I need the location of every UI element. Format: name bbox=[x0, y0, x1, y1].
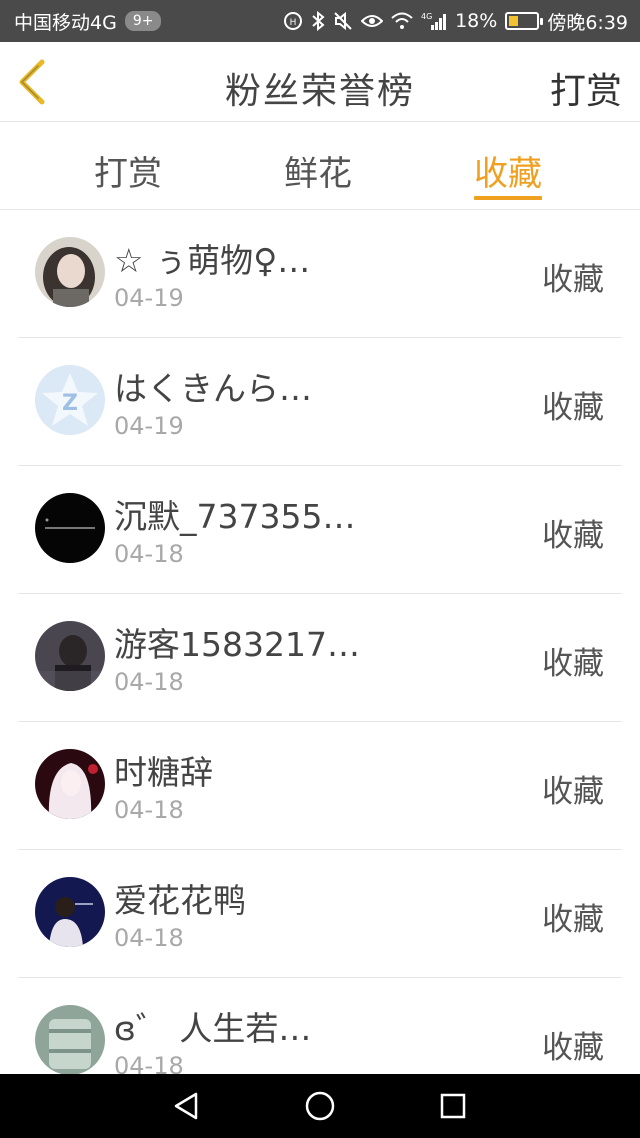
avatar bbox=[35, 1005, 105, 1074]
screen: 中国移动4G 9+ H 4G 18% 傍晚6:39 粉丝荣誉榜 打赏 打赏 鲜花… bbox=[0, 0, 640, 1138]
tab-label: 打赏 bbox=[94, 154, 162, 194]
battery-percent: 18% bbox=[455, 10, 498, 32]
tab-bar: 打赏 鲜花 收藏 bbox=[0, 122, 640, 210]
avatar: Z bbox=[35, 365, 105, 435]
tab-favorites[interactable]: 收藏 bbox=[474, 146, 542, 202]
eye-icon bbox=[361, 13, 384, 29]
action-label: 收藏 bbox=[542, 646, 604, 682]
title-bar: 粉丝荣誉榜 打赏 bbox=[0, 42, 640, 122]
network-type-label: 4G bbox=[421, 12, 432, 21]
signal-icon: 4G bbox=[421, 11, 447, 31]
action-label: 收藏 bbox=[542, 262, 604, 298]
recents-square-icon bbox=[441, 1093, 466, 1119]
avatar bbox=[35, 877, 105, 947]
home-circle-icon bbox=[305, 1091, 335, 1121]
action-label: 收藏 bbox=[542, 518, 604, 554]
tab-flowers[interactable]: 鲜花 bbox=[284, 146, 352, 202]
avatar bbox=[35, 237, 105, 307]
notifications-badge: 9+ bbox=[124, 11, 162, 31]
date-label: 04-18 bbox=[114, 924, 184, 952]
user-name: 游客1583217… bbox=[114, 625, 360, 664]
list-item[interactable]: Z はくきんら… 04-19 收藏 bbox=[18, 338, 622, 466]
user-name: ☆ ぅ萌物♀… bbox=[114, 241, 311, 280]
tab-reward[interactable]: 打赏 bbox=[94, 146, 162, 202]
clock: 傍晚6:39 bbox=[547, 11, 628, 34]
user-name: 爱花花鸭 bbox=[114, 881, 246, 920]
list-item[interactable]: 爱花花鸭 04-18 收藏 bbox=[18, 850, 622, 978]
date-label: 04-18 bbox=[114, 1052, 184, 1074]
mute-icon bbox=[333, 11, 353, 31]
action-label: 收藏 bbox=[542, 390, 604, 426]
list-item[interactable]: 游客1583217… 04-18 收藏 bbox=[18, 594, 622, 722]
status-bar: 中国移动4G 9+ H 4G 18% 傍晚6:39 bbox=[0, 0, 640, 42]
hd-icon: H bbox=[283, 11, 303, 31]
avatar bbox=[35, 749, 105, 819]
list-item[interactable]: 沉默_737355… 04-18 收藏 bbox=[18, 466, 622, 594]
nav-recents-button[interactable] bbox=[433, 1086, 473, 1126]
avatar bbox=[35, 493, 105, 563]
action-label: 收藏 bbox=[542, 774, 604, 810]
user-name: 时糖辞 bbox=[114, 753, 213, 792]
nav-home-button[interactable] bbox=[300, 1086, 340, 1126]
svg-text:H: H bbox=[290, 18, 297, 28]
date-label: 04-19 bbox=[114, 284, 184, 312]
nav-back-button[interactable] bbox=[167, 1086, 207, 1126]
date-label: 04-18 bbox=[114, 668, 184, 696]
svg-text:Z: Z bbox=[62, 391, 78, 416]
wifi-icon bbox=[391, 12, 413, 30]
date-label: 04-19 bbox=[114, 412, 184, 440]
user-name: 沉默_737355… bbox=[114, 497, 356, 536]
user-name: はくきんら… bbox=[114, 369, 312, 408]
avatar bbox=[35, 621, 105, 691]
date-label: 04-18 bbox=[114, 796, 184, 824]
carrier-label: 中国移动4G bbox=[14, 11, 117, 34]
battery-icon bbox=[505, 12, 544, 30]
tab-label: 收藏 bbox=[474, 154, 542, 194]
list-item[interactable]: ɞ゛ 人生若… 04-18 收藏 bbox=[18, 978, 622, 1074]
active-tab-indicator bbox=[474, 196, 542, 200]
back-triangle-icon bbox=[174, 1092, 197, 1120]
reward-button[interactable]: 打赏 bbox=[550, 62, 622, 114]
navigation-bar bbox=[0, 1074, 640, 1138]
date-label: 04-18 bbox=[114, 540, 184, 568]
page-title: 粉丝荣誉榜 bbox=[224, 71, 415, 112]
bluetooth-icon bbox=[311, 11, 325, 31]
list-item[interactable]: 时糖辞 04-18 收藏 bbox=[18, 722, 622, 850]
action-label: 收藏 bbox=[542, 902, 604, 938]
fan-list: ☆ ぅ萌物♀… 04-19 收藏 Z はくきんら… 04-19 收藏 沉默_73… bbox=[0, 210, 640, 1074]
list-item[interactable]: ☆ ぅ萌物♀… 04-19 收藏 bbox=[18, 210, 622, 338]
user-name: ɞ゛ 人生若… bbox=[114, 1009, 312, 1048]
action-label: 收藏 bbox=[542, 1030, 604, 1066]
tab-label: 鲜花 bbox=[284, 154, 352, 194]
